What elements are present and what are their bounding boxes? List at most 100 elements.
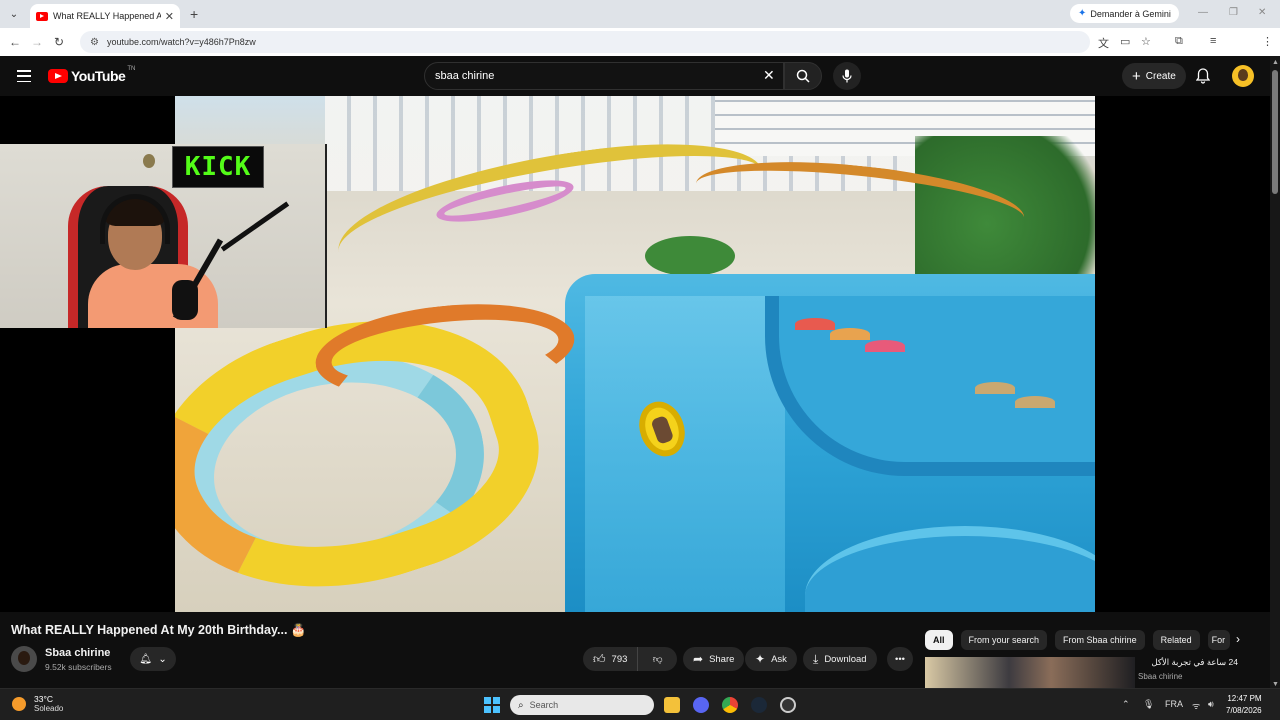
video-scene-umbrella — [1015, 396, 1055, 408]
recommended-video-title[interactable]: 24 ساعة في تجربة الأكل — [1138, 657, 1238, 668]
taskbar-search[interactable]: ⌕ Search — [510, 695, 654, 715]
scroll-down-icon[interactable]: ▼ — [1272, 681, 1279, 688]
wall-picture — [143, 154, 155, 168]
create-label: Create — [1145, 70, 1176, 82]
notifications-button[interactable] — [1195, 68, 1211, 89]
youtube-play-icon — [48, 69, 68, 83]
video-details: What REALLY Happened At My 20th Birthday… — [0, 612, 1270, 688]
gemini-button[interactable]: ✦ Demander à Gemini — [1070, 4, 1179, 23]
clear-search-icon[interactable]: ✕ — [763, 67, 775, 84]
share-label: Share — [709, 653, 735, 665]
weather-widget[interactable]: 33°C Soleado — [12, 694, 63, 713]
share-icon: ➦ — [693, 652, 704, 666]
like-dislike-group: 👍︎ 793 👎︎ — [583, 647, 677, 671]
share-button[interactable]: ➦ Share — [683, 647, 745, 671]
like-button[interactable]: 👍︎ 793 — [583, 647, 639, 671]
ask-button[interactable]: ✦ Ask — [745, 647, 797, 671]
create-button[interactable]: + Create — [1122, 63, 1186, 89]
reload-icon[interactable]: ↻ — [48, 35, 70, 49]
chip-from-channel[interactable]: From Sbaa chirine — [1055, 630, 1145, 650]
sparkle-icon: ✦ — [755, 652, 766, 666]
video-title: What REALLY Happened At My 20th Birthday… — [11, 623, 307, 637]
search-icon: ⌕ — [518, 699, 524, 711]
search-input[interactable]: sbaa chirine — [424, 62, 784, 90]
dislike-button[interactable]: 👎︎ — [638, 653, 677, 665]
scrollbar-thumb[interactable] — [1272, 70, 1278, 194]
discord-icon[interactable] — [693, 697, 709, 713]
kick-logo-text: KICK — [184, 152, 252, 182]
start-button-windows-icon[interactable] — [484, 697, 500, 713]
wifi-icon[interactable]: ᯤ — [1192, 699, 1200, 712]
site-info-icon[interactable]: ⚙ — [90, 37, 99, 48]
country-code: TN — [127, 66, 136, 72]
browser-toolbar: ← → ↻ ⚙ youtube.com/watch?v=y486h7Pn8zw … — [0, 28, 1280, 77]
file-explorer-icon[interactable] — [664, 697, 680, 713]
voice-search-button[interactable] — [833, 62, 861, 90]
steam-icon[interactable] — [751, 697, 767, 713]
sun-icon — [12, 696, 26, 711]
chrome-icon[interactable] — [722, 697, 738, 713]
mic-arm-upper — [220, 201, 290, 252]
video-player[interactable]: KICK — [0, 96, 1270, 612]
back-icon[interactable]: ← — [4, 35, 26, 49]
download-label: Download — [824, 653, 867, 665]
new-tab-button[interactable]: + — [190, 6, 198, 22]
chevron-right-icon[interactable]: › — [1236, 632, 1240, 646]
channel-avatar[interactable] — [11, 646, 37, 672]
thumbs-up-icon: 👍︎ — [593, 651, 606, 666]
translate-icon[interactable]: 文 — [1098, 35, 1109, 51]
chip-from-your-search[interactable]: From your search — [960, 630, 1048, 650]
chip-related[interactable]: Related — [1152, 630, 1200, 650]
channel-name[interactable]: Sbaa chirine — [45, 647, 110, 659]
maximize-icon[interactable]: ❐ — [1229, 7, 1238, 18]
weather-description: Soleado — [34, 704, 64, 713]
bookmark-star-icon[interactable]: ☆ — [1141, 35, 1151, 48]
volume-icon[interactable]: 🔊︎ — [1208, 699, 1214, 710]
bell-icon — [1195, 68, 1211, 84]
download-button[interactable]: ⤓ Download — [803, 647, 877, 671]
page-scrollbar[interactable]: ▲ ▼ — [1270, 56, 1280, 688]
search-icon — [796, 69, 810, 83]
video-scene-umbrella — [865, 340, 905, 352]
system-clock[interactable]: 12:47 PM 7/08/2026 — [1226, 693, 1262, 717]
account-avatar[interactable] — [1232, 65, 1254, 87]
hamburger-menu-icon[interactable] — [17, 70, 31, 82]
bell-icon: 🔔︎ — [139, 653, 152, 665]
video-scene-umbrella — [795, 318, 835, 330]
media-controls-icon[interactable]: ≡ — [1210, 35, 1216, 47]
clock-date: 7/08/2026 — [1226, 706, 1262, 715]
language-indicator[interactable]: FRA — [1165, 699, 1183, 709]
subscription-bell-button[interactable]: 🔔︎ ⌄ — [130, 647, 176, 671]
url-text: youtube.com/watch?v=y486h7Pn8zw — [106, 37, 256, 47]
forward-icon[interactable]: → — [26, 35, 48, 49]
address-bar[interactable]: ⚙ youtube.com/watch?v=y486h7Pn8zw — [80, 31, 1090, 53]
browser-tab-active[interactable]: What REALLY Happened At My ✕ — [30, 4, 180, 28]
chip-for-you[interactable]: For — [1207, 630, 1230, 650]
tab-search-chevron-icon[interactable]: ⌄ — [4, 4, 24, 24]
video-scene-umbrella — [830, 328, 870, 340]
like-count: 793 — [611, 653, 628, 665]
scroll-up-icon[interactable]: ▲ — [1272, 59, 1279, 66]
video-scene-slide-highlight — [585, 296, 785, 612]
youtube-favicon-icon — [36, 11, 48, 21]
search-button[interactable] — [784, 62, 822, 90]
browser-menu-icon[interactable]: ⋮ — [1262, 35, 1273, 48]
more-actions-button[interactable]: ••• — [887, 647, 913, 671]
youtube-wordmark: YouTube — [71, 68, 126, 84]
recommended-video-thumbnail[interactable] — [925, 657, 1135, 688]
youtube-logo[interactable]: YouTube TN — [48, 66, 136, 84]
microphone-icon — [842, 69, 852, 83]
tray-microphone-icon[interactable]: 🎙︎ — [1143, 699, 1154, 710]
chip-all[interactable]: All — [925, 630, 953, 650]
download-icon: ⤓ — [813, 651, 819, 666]
tray-overflow-chevron-icon[interactable]: ⌃ — [1122, 699, 1130, 710]
extensions-icon[interactable]: ⧉ — [1175, 35, 1183, 48]
obs-icon[interactable] — [780, 697, 796, 713]
tab-close-icon[interactable]: ✕ — [165, 10, 174, 23]
tab-title: What REALLY Happened At My — [53, 11, 161, 21]
cast-icon[interactable]: ▭ — [1120, 35, 1130, 48]
close-window-icon[interactable]: ✕ — [1258, 7, 1266, 18]
minimize-icon[interactable]: — — [1198, 7, 1208, 18]
plus-icon: + — [1132, 67, 1141, 85]
microphone — [172, 280, 198, 320]
